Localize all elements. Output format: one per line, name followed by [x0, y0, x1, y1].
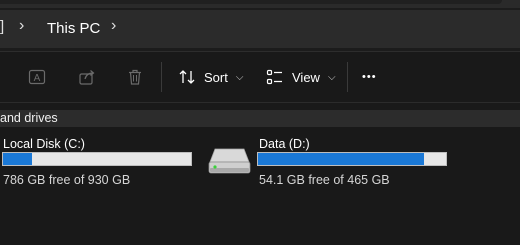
drive-free-space: 786 GB free of 930 GB: [3, 173, 131, 187]
chevron-down-icon: ⌵: [235, 71, 244, 83]
title-bar-edge: [0, 0, 502, 4]
svg-text:A: A: [34, 73, 41, 84]
breadcrumb-this-pc[interactable]: This PC: [47, 20, 100, 37]
delete-button[interactable]: [126, 64, 144, 90]
drive-name: Local Disk (C:): [3, 137, 85, 151]
more-icon: •••: [362, 71, 377, 83]
address-edge-glyph: ]: [0, 18, 5, 35]
toolbar-separator: [161, 62, 162, 92]
more-options-button[interactable]: •••: [362, 64, 377, 90]
drive-usage-bar: [257, 152, 447, 166]
sort-label: Sort: [204, 69, 228, 85]
share-button[interactable]: [78, 64, 96, 90]
chevron-down-icon: ⌵: [327, 71, 336, 83]
view-button[interactable]: View ⌵: [266, 64, 336, 90]
drive-name: Data (D:): [259, 137, 310, 151]
view-icon: [266, 69, 282, 85]
drive-usage-bar: [2, 152, 192, 166]
command-bar: A Sort ⌵ View ⌵ •••: [0, 52, 520, 103]
drive-free-space: 54.1 GB free of 465 GB: [259, 173, 390, 187]
trash-icon: [129, 69, 141, 85]
title-bar: [0, 0, 520, 8]
drive-usage-fill: [3, 153, 33, 165]
breadcrumb-chevron-icon[interactable]: ›: [19, 17, 24, 35]
sort-button[interactable]: Sort ⌵: [178, 64, 243, 90]
breadcrumb-chevron-icon[interactable]: ›: [111, 17, 116, 35]
view-label: View: [292, 69, 320, 85]
rename-button[interactable]: A: [28, 64, 46, 90]
share-icon: [79, 70, 95, 85]
sort-icon: [179, 70, 195, 84]
group-header-devices-and-drives[interactable]: and drives: [0, 110, 520, 127]
hard-drive-icon: [208, 148, 251, 174]
drive-usage-fill: [258, 153, 425, 165]
address-bar[interactable]: ] › This PC ›: [0, 8, 520, 52]
toolbar-separator: [347, 62, 348, 92]
rename-icon: A: [28, 69, 46, 85]
